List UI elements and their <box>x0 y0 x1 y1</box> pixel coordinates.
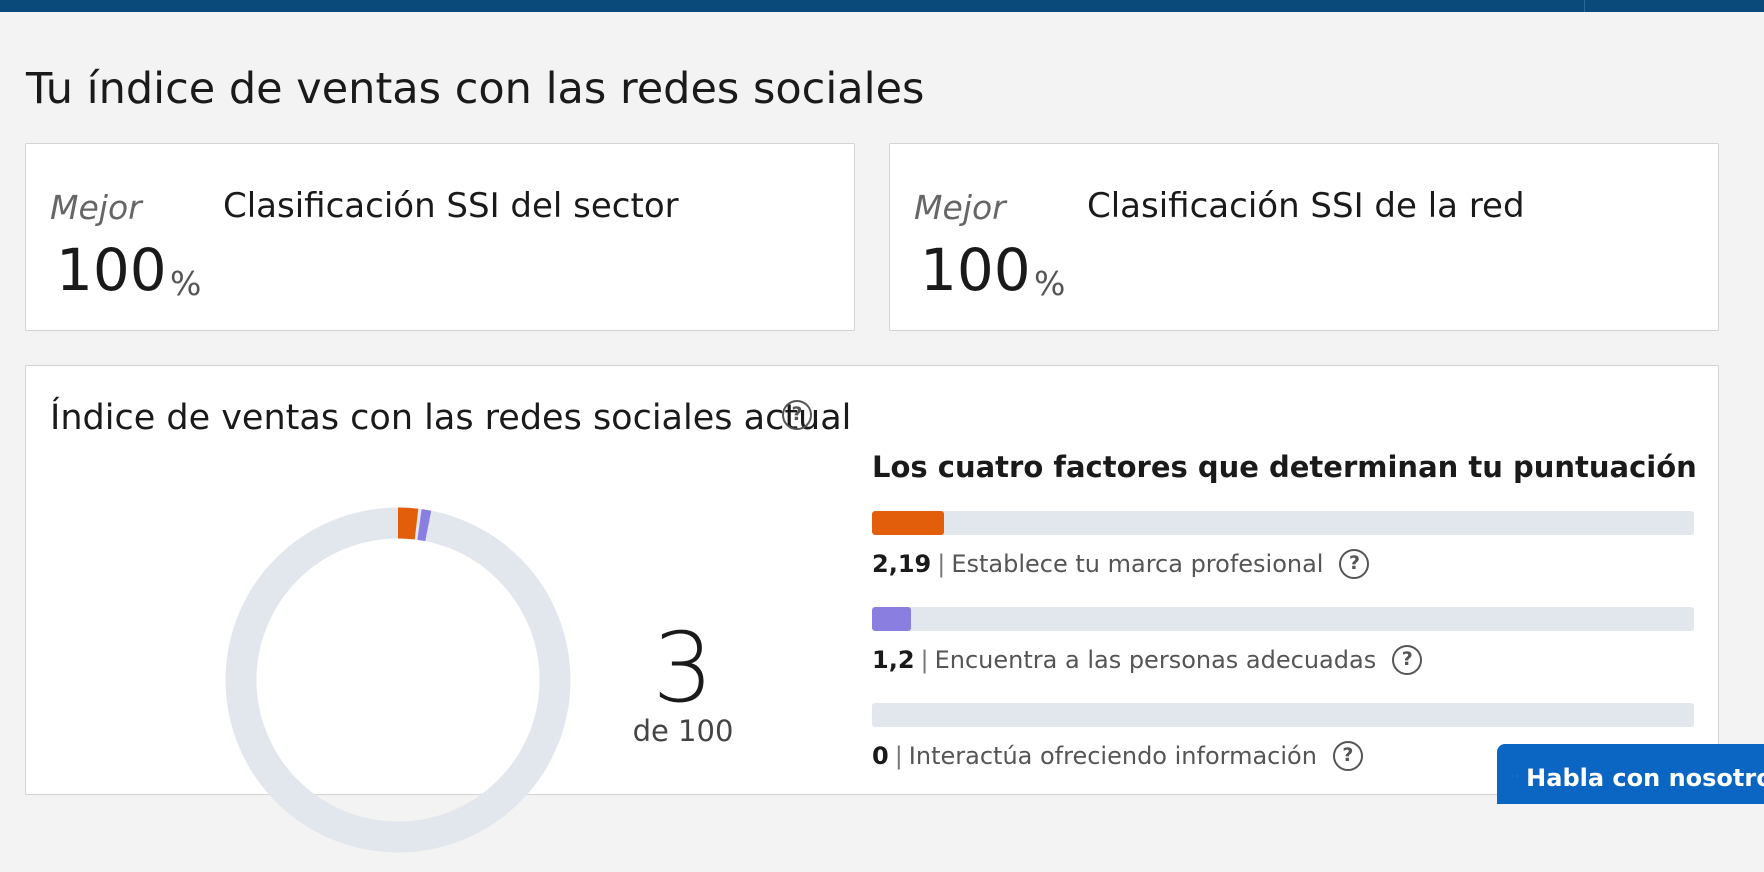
factor-value: 1,2 <box>872 646 915 674</box>
factors-title: Los cuatro factores que determinan tu pu… <box>872 450 1697 484</box>
rank-value: 100 <box>56 236 167 304</box>
chat-button-label: Habla con nosotros <box>1526 764 1764 792</box>
factor-bar-track <box>872 607 1694 631</box>
ssi-score-donut <box>225 507 571 853</box>
rank-title: Clasificación SSI del sector <box>223 186 679 226</box>
factor-row: 0 | Interactúa ofreciendo información ? <box>872 741 1363 771</box>
chat-icon <box>1517 775 1519 777</box>
factor-separator: | <box>937 550 946 578</box>
help-icon[interactable]: ? <box>1339 549 1370 579</box>
chat-with-us-button[interactable]: Habla con nosotros <box>1497 744 1764 804</box>
factor-value: 0 <box>872 742 889 770</box>
factor-label: Establece tu marca profesional <box>951 550 1324 578</box>
rank-title: Clasificación SSI de la red <box>1087 186 1525 226</box>
rank-label: Mejor <box>914 188 1006 227</box>
factor-value: 2,19 <box>872 550 932 578</box>
rank-value: 100 <box>920 236 1031 304</box>
factor-bar-fill <box>872 511 944 535</box>
rank-unit: % <box>170 264 202 303</box>
help-icon[interactable]: ? <box>1392 645 1423 675</box>
factor-bar-fill <box>872 607 912 631</box>
current-ssi-card: Índice de ventas con las redes sociales … <box>25 365 1719 853</box>
page-title: Tu índice de ventas con las redes social… <box>26 64 925 114</box>
factor-separator: | <box>920 646 929 674</box>
rank-label: Mejor <box>50 188 142 227</box>
network-ssi-rank-card: Mejor Clasificación SSI de la red 100 % <box>889 143 1719 331</box>
help-icon[interactable]: ? <box>782 400 812 430</box>
donut-track <box>225 507 571 853</box>
topbar-divider <box>1584 0 1585 12</box>
ssi-score-max: de 100 <box>632 714 734 748</box>
ssi-title: Índice de ventas con las redes sociales … <box>50 398 852 438</box>
industry-ssi-rank-card: Mejor Clasificación SSI del sector 100 % <box>25 143 855 331</box>
rank-unit: % <box>1034 264 1066 303</box>
help-icon[interactable]: ? <box>1332 741 1363 771</box>
factor-label: Interactúa ofreciendo información <box>908 742 1317 770</box>
factor-bar-track <box>872 511 1694 535</box>
ssi-score-value: 3 <box>652 612 714 724</box>
factor-separator: | <box>894 742 903 770</box>
factor-label: Encuentra a las personas adecuadas <box>934 646 1377 674</box>
factor-row: 2,19 | Establece tu marca profesional ? <box>872 549 1370 579</box>
top-navigation-bar <box>0 0 1764 12</box>
factor-row: 1,2 | Encuentra a las personas adecuadas… <box>872 645 1423 675</box>
factor-bar-track <box>872 703 1694 727</box>
